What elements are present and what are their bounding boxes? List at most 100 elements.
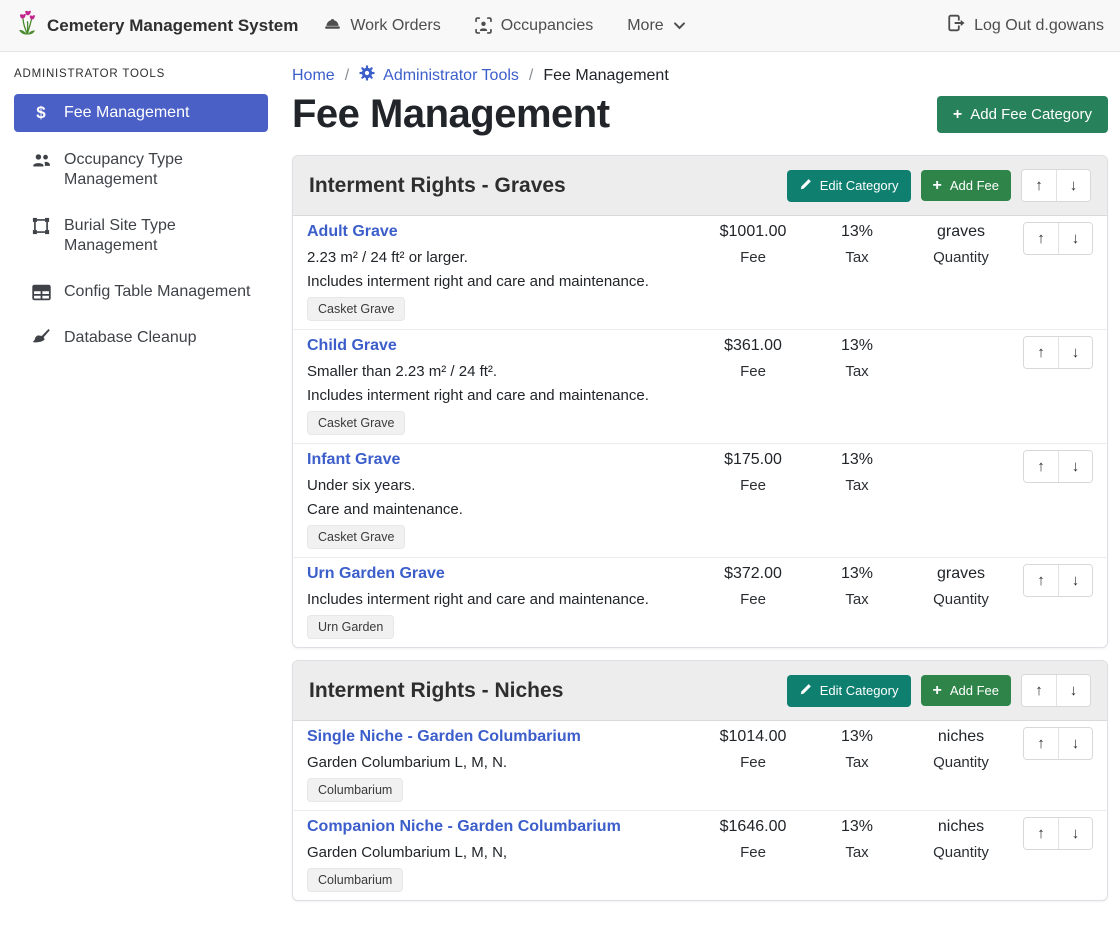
people-icon [30, 151, 52, 170]
breadcrumb-admin-tools-link[interactable]: Administrator Tools [359, 65, 519, 86]
plus-icon: + [953, 108, 962, 122]
breadcrumb-separator: / [529, 67, 533, 85]
sidebar-item-burial-site-type-management[interactable]: Burial Site Type Management [14, 208, 268, 264]
nav-work-orders[interactable]: Work Orders [324, 17, 440, 35]
add-fee-label: Add Fee [950, 178, 999, 193]
fee-row: Adult Grave 2.23 m² / 24 ft² or larger.I… [293, 216, 1107, 329]
fee-reorder-buttons: ↑ ↓ [1023, 727, 1093, 760]
fee-move-up-button[interactable]: ↑ [1024, 565, 1058, 596]
fee-description: Care and maintenance. [307, 501, 691, 518]
fee-label: Fee [701, 844, 805, 861]
logout-label: Log Out d.gowans [974, 17, 1104, 35]
nav-occupancies[interactable]: Occupancies [475, 17, 594, 35]
fee-amount: $175.00 [701, 450, 805, 470]
page-title: Fee Management [292, 92, 610, 137]
edit-category-button[interactable]: Edit Category [787, 675, 911, 707]
quantity-label: Quantity [909, 249, 1013, 266]
dollar-icon: $ [30, 104, 52, 122]
sidebar-item-label: Burial Site Type Management [64, 216, 260, 256]
fee-reorder-buttons: ↑ ↓ [1023, 450, 1093, 483]
fee-name-link[interactable]: Infant Grave [307, 450, 400, 470]
add-fee-button[interactable]: + Add Fee [921, 170, 1012, 201]
fee-name-link[interactable]: Urn Garden Grave [307, 564, 445, 584]
quantity-unit: graves [909, 222, 1013, 242]
fee-reorder-buttons: ↑ ↓ [1023, 336, 1093, 369]
tax-label: Tax [805, 591, 909, 608]
fee-name-link[interactable]: Companion Niche - Garden Columbarium [307, 817, 621, 837]
fee-description: Under six years. [307, 477, 691, 494]
fee-type-badge: Casket Grave [307, 297, 405, 321]
tax-amount: 13% [805, 564, 909, 584]
fee-reorder-buttons: ↑ ↓ [1023, 564, 1093, 597]
fee-type-badge: Casket Grave [307, 525, 405, 549]
category-move-down-button[interactable]: ↓ [1056, 675, 1090, 706]
sidebar-item-fee-management[interactable]: $ Fee Management [14, 94, 268, 132]
fee-name-link[interactable]: Adult Grave [307, 222, 398, 242]
category-move-up-button[interactable]: ↑ [1022, 675, 1056, 706]
logout-button[interactable]: Log Out d.gowans [947, 14, 1104, 37]
nav-more-label: More [627, 17, 663, 35]
category-move-up-button[interactable]: ↑ [1022, 170, 1056, 201]
edit-category-button[interactable]: Edit Category [787, 170, 911, 202]
fee-move-down-button[interactable]: ↓ [1058, 728, 1092, 759]
quantity-label: Quantity [909, 844, 1013, 861]
fee-amount: $1001.00 [701, 222, 805, 242]
fee-move-up-button[interactable]: ↑ [1024, 451, 1058, 482]
breadcrumb-admin-tools-label: Administrator Tools [383, 67, 519, 85]
nav-more[interactable]: More [627, 17, 685, 35]
fee-move-up-button[interactable]: ↑ [1024, 337, 1058, 368]
breadcrumb-home-link[interactable]: Home [292, 67, 335, 85]
category-move-down-button[interactable]: ↓ [1056, 170, 1090, 201]
fee-name-link[interactable]: Child Grave [307, 336, 397, 356]
quantity-unit: niches [909, 817, 1013, 837]
fee-name-link[interactable]: Single Niche - Garden Columbarium [307, 727, 581, 747]
pencil-icon [799, 683, 812, 699]
sidebar-item-database-cleanup[interactable]: Database Cleanup [14, 320, 268, 356]
tax-amount: 13% [805, 817, 909, 837]
app-brand[interactable]: Cemetery Management System [16, 9, 298, 42]
fee-move-up-button[interactable]: ↑ [1024, 223, 1058, 254]
edit-category-label: Edit Category [820, 683, 899, 698]
fee-move-up-button[interactable]: ↑ [1024, 818, 1058, 849]
category-reorder-buttons: ↑ ↓ [1021, 674, 1091, 707]
fee-move-down-button[interactable]: ↓ [1058, 565, 1092, 596]
fee-move-down-button[interactable]: ↓ [1058, 223, 1092, 254]
add-fee-button[interactable]: + Add Fee [921, 675, 1012, 706]
fee-category-card: Interment Rights - Graves Edit Category … [292, 155, 1108, 648]
hard-hat-icon [324, 17, 341, 34]
fee-label: Fee [701, 754, 805, 771]
fee-row: Companion Niche - Garden Columbarium Gar… [293, 810, 1107, 900]
fee-type-badge: Urn Garden [307, 615, 394, 639]
tulip-logo-icon [16, 9, 39, 42]
quantity-unit: graves [909, 564, 1013, 584]
add-fee-category-button[interactable]: + Add Fee Category [937, 96, 1108, 133]
fee-move-down-button[interactable]: ↓ [1058, 451, 1092, 482]
quantity-label: Quantity [909, 754, 1013, 771]
fee-type-badge: Casket Grave [307, 411, 405, 435]
main-nav: Work Orders Occupancies [324, 17, 947, 35]
edit-category-label: Edit Category [820, 178, 899, 193]
fee-amount: $372.00 [701, 564, 805, 584]
tax-amount: 13% [805, 727, 909, 747]
fee-amount: $1646.00 [701, 817, 805, 837]
pencil-icon [799, 178, 812, 194]
category-title: Interment Rights - Niches [309, 679, 563, 703]
sidebar-item-label: Occupancy Type Management [64, 150, 260, 190]
bounding-box-icon [30, 217, 52, 235]
fee-label: Fee [701, 591, 805, 608]
sidebar-item-config-table-management[interactable]: Config Table Management [14, 274, 268, 310]
app-title: Cemetery Management System [47, 16, 298, 36]
top-navbar: Cemetery Management System Work Orders [0, 0, 1120, 52]
fee-move-down-button[interactable]: ↓ [1058, 337, 1092, 368]
person-bounding-box-icon [475, 17, 492, 34]
sidebar-item-occupancy-type-management[interactable]: Occupancy Type Management [14, 142, 268, 198]
fee-move-up-button[interactable]: ↑ [1024, 728, 1058, 759]
fee-move-down-button[interactable]: ↓ [1058, 818, 1092, 849]
breadcrumb-separator: / [345, 67, 349, 85]
chevron-down-icon [673, 19, 686, 32]
fee-category-card: Interment Rights - Niches Edit Category … [292, 660, 1108, 901]
fee-description: Smaller than 2.23 m² / 24 ft². [307, 363, 691, 380]
fee-description: 2.23 m² / 24 ft² or larger. [307, 249, 691, 266]
tax-amount: 13% [805, 222, 909, 242]
logout-icon [947, 14, 965, 37]
